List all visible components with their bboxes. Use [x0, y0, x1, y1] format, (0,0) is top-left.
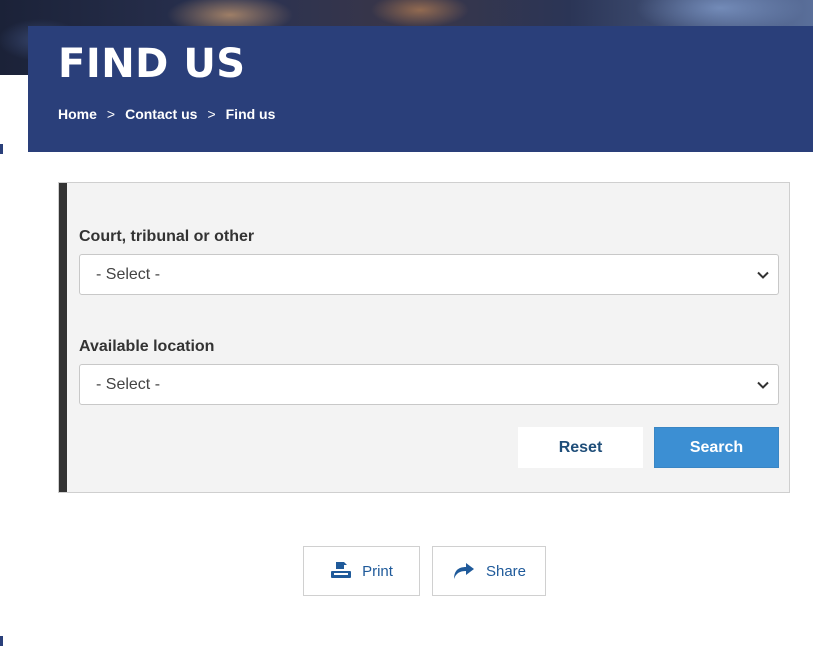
- breadcrumb-home-link[interactable]: Home: [58, 106, 97, 122]
- breadcrumb-separator: >: [207, 106, 216, 122]
- page-title: FIND US: [58, 41, 246, 87]
- breadcrumb: Home > Contact us > Find us: [58, 106, 275, 122]
- share-label: Share: [485, 562, 527, 580]
- page: FIND US Home > Contact us > Find us Cour…: [0, 0, 813, 671]
- breadcrumb-current-page: Find us: [225, 106, 276, 122]
- search-button[interactable]: Search: [654, 427, 779, 468]
- breadcrumb-contact-us-link[interactable]: Contact us: [125, 106, 197, 122]
- reset-button[interactable]: Reset: [518, 427, 643, 468]
- edge-marker: [0, 144, 3, 154]
- court-field-label: Court, tribunal or other: [79, 228, 255, 245]
- location-select[interactable]: - Select -: [79, 364, 779, 405]
- find-us-filter-panel: Court, tribunal or other - Select - Avai…: [58, 182, 790, 493]
- location-field-label: Available location: [79, 338, 215, 355]
- court-select[interactable]: - Select -: [79, 254, 779, 295]
- print-label: Print: [362, 562, 393, 580]
- chevron-down-icon: [757, 271, 769, 279]
- share-arrow-icon: [453, 563, 474, 579]
- print-button[interactable]: Print: [303, 546, 420, 596]
- edge-marker: [0, 636, 3, 646]
- location-select-value: - Select -: [96, 375, 161, 393]
- court-select-value: - Select -: [96, 265, 161, 283]
- panel-accent-bar: [59, 183, 67, 492]
- chevron-down-icon: [757, 381, 769, 389]
- printer-icon: [331, 562, 352, 578]
- breadcrumb-separator: >: [106, 106, 116, 122]
- share-button[interactable]: Share: [432, 546, 546, 596]
